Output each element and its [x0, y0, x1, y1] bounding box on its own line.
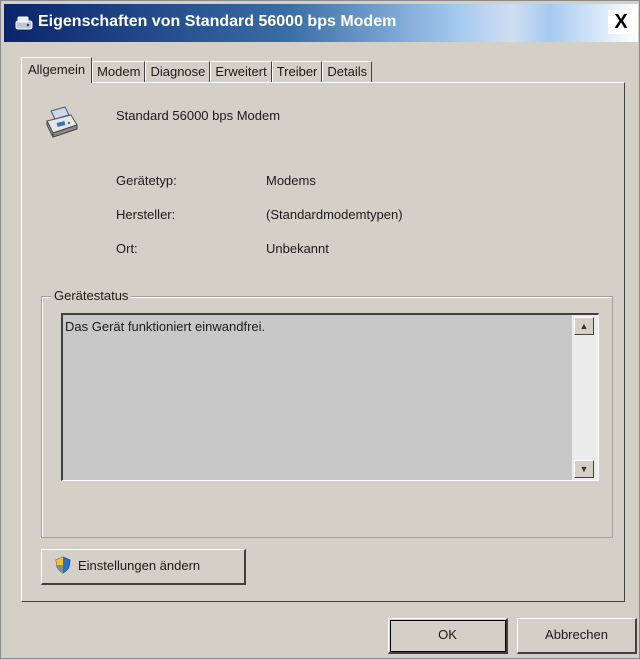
modem-title-icon	[15, 16, 33, 30]
title-bar[interactable]: Eigenschaften von Standard 56000 bps Mod…	[4, 4, 638, 42]
manufacturer-value: (Standardmodemtypen)	[266, 207, 403, 222]
modem-icon	[46, 106, 78, 138]
device-name: Standard 56000 bps Modem	[116, 108, 281, 123]
device-type-value: Modems	[266, 173, 316, 188]
window-title: Eigenschaften von Standard 56000 bps Mod…	[38, 13, 397, 30]
device-type-label: Gerätetyp:	[116, 173, 177, 188]
tab-strip: Allgemein Modem Diagnose Erweitert Treib…	[21, 57, 373, 83]
cancel-button[interactable]: Abbrechen	[517, 618, 637, 654]
change-settings-label: Einstellungen ändern	[78, 558, 201, 573]
tab-erweitert[interactable]: Erweitert	[210, 61, 272, 83]
device-status-textbox[interactable]: Das Gerät funktioniert einwandfrei. ▲ ▼	[61, 313, 599, 481]
device-status-text: Das Gerät funktioniert einwandfrei.	[65, 319, 266, 334]
manufacturer-label: Hersteller:	[116, 207, 176, 222]
tab-details[interactable]: Details	[322, 61, 373, 83]
location-value: Unbekannt	[266, 241, 329, 256]
tab-diagnose[interactable]: Diagnose	[145, 61, 211, 83]
change-settings-button[interactable]: Einstellungen ändern	[41, 549, 246, 585]
uac-shield-icon	[55, 556, 71, 574]
tab-treiber[interactable]: Treiber	[271, 61, 323, 83]
location-label: Ort:	[116, 241, 138, 256]
device-status-label: Gerätestatus	[51, 288, 132, 303]
close-button[interactable]: X	[608, 10, 634, 34]
ok-button[interactable]: OK	[388, 618, 508, 654]
properties-dialog: Eigenschaften von Standard 56000 bps Mod…	[0, 0, 640, 659]
tab-modem[interactable]: Modem	[92, 61, 146, 83]
tab-allgemein[interactable]: Allgemein	[21, 57, 93, 83]
scroll-down-icon[interactable]: ▼	[574, 460, 594, 478]
status-scrollbar[interactable]: ▲ ▼	[572, 315, 598, 480]
scroll-up-icon[interactable]: ▲	[574, 317, 594, 335]
